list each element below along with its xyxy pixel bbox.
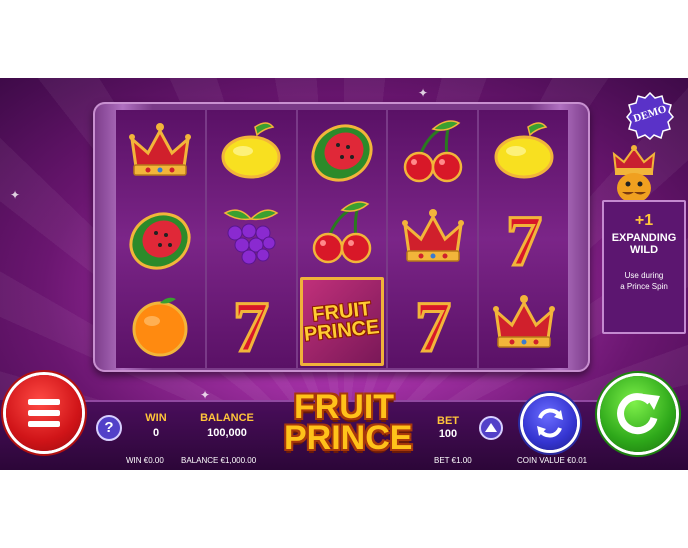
grapes-symbol xyxy=(207,196,296,282)
sparkle: ✦ xyxy=(10,188,21,202)
reels: 7 FRUIT PRINCE 7 7 xyxy=(116,110,568,368)
reel: 7 xyxy=(388,110,478,368)
crown-icon xyxy=(401,209,464,262)
lemon-icon xyxy=(494,122,554,179)
footer-coin-value: COIN VALUE €0.01 xyxy=(517,456,588,465)
lemon-symbol xyxy=(207,110,296,196)
seven-icon: 7 xyxy=(232,286,271,366)
footer-win: WIN €0.00 xyxy=(126,456,164,465)
orange-icon xyxy=(132,297,188,357)
cherries-icon xyxy=(312,201,372,264)
bonus-title-line1: EXPANDING xyxy=(611,232,677,244)
watermelon-icon xyxy=(129,212,191,270)
cherries-symbol xyxy=(298,193,387,276)
logo-line2: PRINCE xyxy=(284,419,413,457)
cherries-symbol xyxy=(388,110,477,196)
bonus-panel: +1 EXPANDING WILD Use during a Prince Sp… xyxy=(602,200,686,334)
footer-balance: BALANCE €1,000.00 xyxy=(181,456,257,465)
spin-icon xyxy=(617,393,660,435)
scatter-line2: PRINCE xyxy=(303,315,381,346)
seven-symbol: 7 xyxy=(207,282,296,368)
win-label: WIN xyxy=(145,412,167,424)
watermelon-symbol xyxy=(298,110,387,193)
grapes-icon xyxy=(223,209,279,265)
reel: FRUIT PRINCE xyxy=(297,110,387,368)
bonus-title: EXPANDING WILD xyxy=(604,232,684,256)
bonus-count: +1 xyxy=(634,212,654,229)
game-logo: FRUIT PRINCE xyxy=(284,390,413,462)
svg-text:7: 7 xyxy=(415,287,451,365)
crown-symbol xyxy=(479,282,568,368)
scatter-symbol: FRUIT PRINCE xyxy=(299,277,385,367)
crown-icon xyxy=(492,295,555,348)
bonus-description: Use during a Prince Spin xyxy=(604,270,684,292)
svg-text:7: 7 xyxy=(233,287,269,365)
lemon-icon xyxy=(221,122,281,179)
bet-label: BET xyxy=(437,415,459,427)
balance-label: BALANCE xyxy=(200,412,254,424)
menu-button[interactable] xyxy=(6,375,82,451)
bet-value: 100 xyxy=(438,428,458,440)
menu-icon xyxy=(28,399,60,405)
lemon-symbol xyxy=(479,110,568,196)
bonus-desc-line2: a Prince Spin xyxy=(620,282,668,291)
bonus-desc-line1: Use during xyxy=(624,271,664,280)
help-button[interactable]: ? xyxy=(96,415,122,441)
crown-icon xyxy=(129,123,192,176)
seven-symbol: 7 xyxy=(479,196,568,282)
watermelon-icon xyxy=(311,124,373,182)
svg-text:7: 7 xyxy=(506,201,542,279)
seven-symbol: 7 xyxy=(388,282,477,368)
footer-bet: BET €1.00 xyxy=(434,456,472,465)
autoplay-button[interactable] xyxy=(523,396,577,450)
bonus-title-line2: WILD xyxy=(629,244,659,256)
win-value: 0 xyxy=(152,427,160,439)
reel: 7 xyxy=(479,110,568,368)
help-icon: ? xyxy=(104,419,114,436)
autoplay-icon xyxy=(537,408,563,438)
watermelon-symbol xyxy=(116,196,205,282)
demo-badge: DEMO xyxy=(626,91,675,141)
seven-icon: 7 xyxy=(504,200,543,280)
reel: 7 xyxy=(206,110,296,368)
balance-value: 100,000 xyxy=(207,427,247,439)
spin-button[interactable] xyxy=(600,376,676,452)
cherries-icon xyxy=(403,120,463,183)
bet-increase-button[interactable] xyxy=(479,416,503,440)
crown-symbol xyxy=(388,196,477,282)
crown-symbol xyxy=(116,110,205,196)
reel xyxy=(116,110,205,368)
seven-icon: 7 xyxy=(413,286,452,366)
sparkle: ✦ xyxy=(418,86,429,100)
orange-symbol xyxy=(116,282,205,368)
game-area: ✦ ✦ ✦ 7 FRUIT PRINCE 7 7 DEMO +1 EXPANDING W… xyxy=(0,78,688,470)
menu-icon xyxy=(28,421,60,427)
menu-icon xyxy=(28,410,60,416)
